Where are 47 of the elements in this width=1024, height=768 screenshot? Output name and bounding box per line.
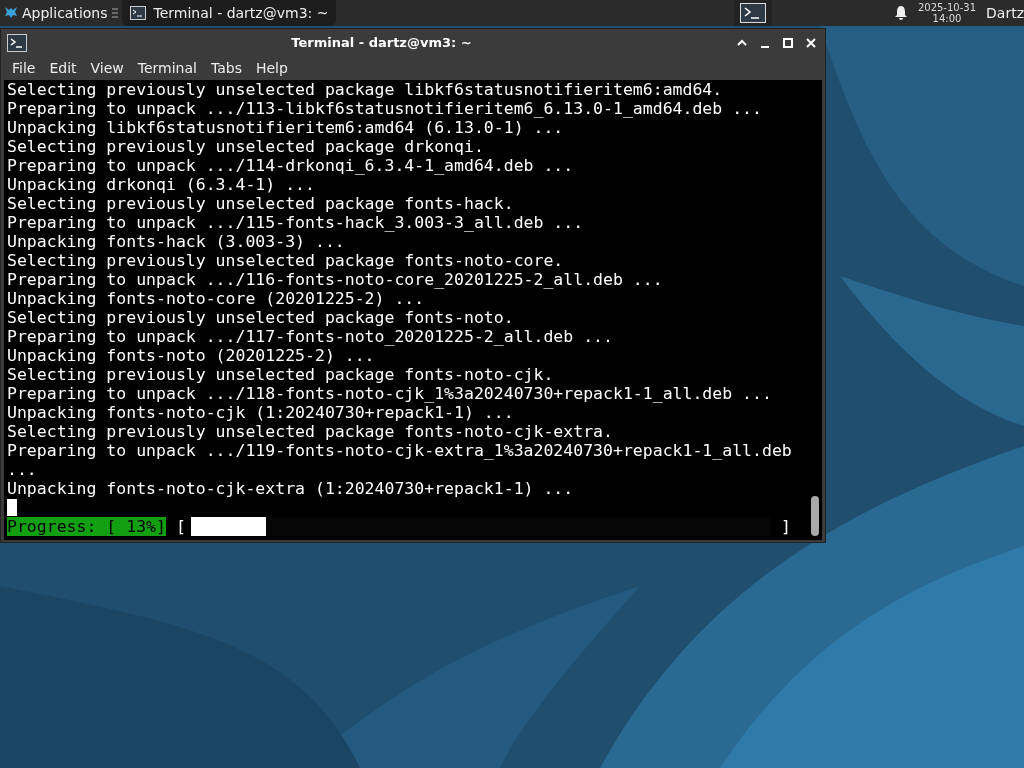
terminal-line: Selecting previously unselected package fonts-hack.: [7, 194, 515, 213]
terminal-line: Preparing to unpack .../119-fonts-noto-cjk-extra_1%3a20240730+repack1-1_all.deb: [7, 441, 793, 460]
terminal-line: Preparing to unpack .../115-fonts-hack_3.003-3_all.deb ...: [7, 213, 585, 232]
window-title: Terminal - dartz@vm3: ~: [290, 35, 473, 50]
terminal-line: Preparing to unpack .../117-fonts-noto_20201225-2_all.deb ...: [7, 327, 614, 346]
progress-bracket: ]: [780, 517, 791, 536]
menu-item[interactable]: Help: [248, 60, 295, 76]
terminal-line: Selecting previously unselected package drkonqi.: [7, 137, 485, 156]
menu-item[interactable]: File: [5, 60, 43, 76]
terminal-icon: [739, 3, 766, 23]
terminal-line: ...: [7, 460, 38, 479]
menu-item[interactable]: Edit: [42, 60, 84, 76]
terminal-line: Unpacking fonts-hack (3.003-3) ...: [7, 232, 346, 251]
handle-icon[interactable]: [111, 7, 118, 19]
terminal-line: Selecting previously unselected package fonts-noto-cjk-extra.: [7, 422, 614, 441]
terminal-line: Preparing to unpack .../116-fonts-noto-core_20201225-2_all.deb ...: [7, 270, 664, 289]
terminal-icon: [7, 33, 27, 52]
clock-date: 2025-10-31: [917, 2, 977, 13]
notification-bell-icon[interactable]: [893, 5, 908, 21]
progress-bracket: [: [175, 517, 186, 536]
terminal-line: Preparing to unpack .../118-fonts-noto-cjk_1%3a20240730+repack1-1_all.deb ...: [7, 384, 773, 403]
maximize-icon[interactable]: [782, 36, 794, 49]
terminal-line: Unpacking drkonqi (6.3.4-1) ...: [7, 175, 316, 194]
clock-time: 14:00: [932, 13, 962, 24]
terminal-line: Selecting previously unselected package fonts-noto-core.: [7, 251, 565, 270]
terminal-line: Unpacking fonts-noto-cjk (1:20240730+repack1-1) ...: [7, 403, 515, 422]
scrollbar-thumb[interactable]: [811, 496, 819, 536]
terminal-icon: [129, 6, 146, 20]
terminal-line: Unpacking libkf6statusnotifieritem6:amd64 (6.13.0-1) ...: [7, 118, 565, 137]
terminal-line: Selecting previously unselected package libkf6statusnotifieritem6:amd64.: [7, 80, 724, 99]
user-name[interactable]: Dartz: [986, 5, 1024, 21]
menu-item[interactable]: Tabs: [203, 60, 249, 76]
taskbar-button[interactable]: Terminal - dartz@vm3: ~: [121, 0, 337, 26]
applications-menu-button[interactable]: Applications: [0, 0, 112, 26]
terminal-line: Preparing to unpack .../113-libkf6statusnotifieritem6_6.13.0-1_amd64.deb ...: [7, 99, 763, 118]
terminal-line: Unpacking fonts-noto-cjk-extra (1:20240730+repack1-1) ...: [7, 479, 575, 498]
terminal-line: Preparing to unpack .../114-drkonqi_6.3.4-1_amd64.deb ...: [7, 156, 575, 175]
menu-item[interactable]: View: [83, 60, 131, 76]
terminal-line: Unpacking fonts-noto-core (20201225-2) ...: [7, 289, 426, 308]
close-icon[interactable]: [805, 36, 817, 49]
terminal-launcher-button[interactable]: [733, 0, 772, 26]
text-cursor: [7, 499, 17, 516]
progress-label: Progress: [ 13%]: [7, 517, 166, 536]
terminal-line: Selecting previously unselected package fonts-noto.: [7, 308, 515, 327]
terminal-line: Unpacking fonts-noto (20201225-2) ...: [7, 346, 376, 365]
terminal-line: Selecting previously unselected package fonts-noto-cjk.: [7, 365, 555, 384]
menu-item[interactable]: Terminal: [130, 60, 204, 76]
